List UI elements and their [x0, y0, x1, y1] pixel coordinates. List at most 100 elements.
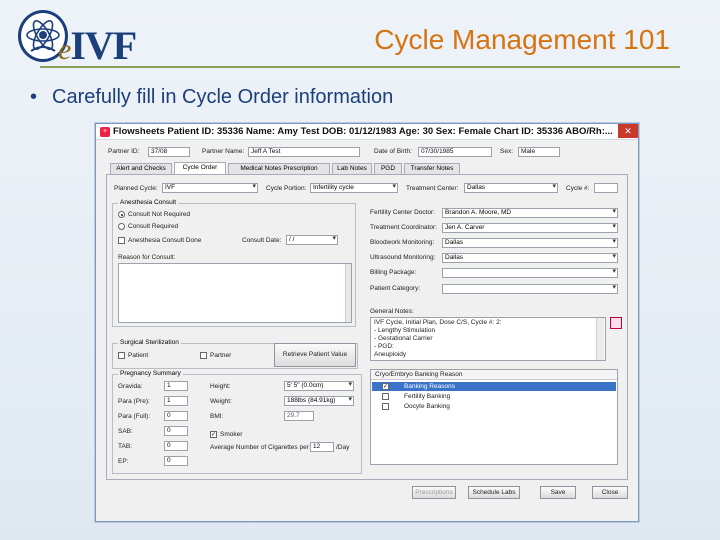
- reason-for-consult-label: Reason for Consult:: [118, 254, 176, 261]
- general-notes-textarea[interactable]: IVF Cycle, Initial Plan, Dose C/S, Cycle…: [370, 317, 606, 361]
- general-notes-line: - PGD:: [374, 343, 394, 350]
- cycle-portion-label: Cycle Portion:: [266, 185, 307, 192]
- bmi-label: BMI:: [210, 413, 224, 420]
- bmi-field: 29.7: [284, 411, 314, 421]
- cryo-banking-item[interactable]: ✓ Banking Reasons: [372, 382, 616, 391]
- anesthesia-consult-title: Anesthesia Consult: [118, 199, 179, 206]
- anesthesia-done-label: Anesthesia Consult Done: [128, 237, 202, 244]
- pregnancy-summary-title: Pregnancy Summary: [118, 370, 183, 377]
- consult-not-required-radio[interactable]: [118, 211, 125, 218]
- right-field-select[interactable]: Jen A. Carver: [442, 223, 618, 233]
- right-field-select[interactable]: Brandon A. Moore, MD: [442, 208, 618, 218]
- treatment-center-select[interactable]: Dallas: [464, 183, 558, 193]
- planned-cycle-label: Planned Cycle:: [114, 185, 158, 192]
- tab-transfer-notes[interactable]: Transfer Notes: [404, 163, 460, 174]
- right-field-label: Billing Package:: [370, 269, 417, 276]
- consult-not-required-label: Consult Not Required: [128, 211, 191, 218]
- height-select[interactable]: 5' 5" (0.0cm): [284, 381, 354, 391]
- sterilization-partner-label: Partner: [210, 352, 232, 359]
- dob-field[interactable]: 07/30/1985: [418, 147, 492, 157]
- general-notes-line: IVF Cycle, Initial Plan, Dose C/S, Cycle…: [374, 319, 502, 326]
- consult-date-label: Consult Date:: [242, 237, 282, 244]
- partner-name-label: Partner Name:: [202, 148, 245, 155]
- cryo-banking-checkbox[interactable]: [382, 403, 389, 410]
- cryo-banking-checkbox[interactable]: [382, 393, 389, 400]
- cigarettes-unit: /Day: [336, 444, 350, 451]
- cryo-banking-item[interactable]: Oocyte Banking: [372, 402, 616, 411]
- tab-cycle-order[interactable]: Cycle Order: [174, 162, 226, 174]
- app-icon: +: [100, 127, 110, 137]
- partner-name-field[interactable]: Jeff A Test: [248, 147, 360, 157]
- partner-id-field[interactable]: 37/08: [148, 147, 190, 157]
- right-field-select[interactable]: Dallas: [442, 253, 618, 263]
- tab-medical-notes[interactable]: Medical Notes Prescription: [228, 163, 330, 174]
- dob-label: Date of Birth:: [374, 148, 412, 155]
- cryo-banking-checkbox[interactable]: ✓: [382, 383, 389, 390]
- pregnancy-row-field[interactable]: 0: [164, 411, 188, 421]
- right-field-select[interactable]: [442, 268, 618, 278]
- sterilization-patient-checkbox[interactable]: [118, 352, 125, 359]
- cryo-banking-title: Cryo/Embryo Banking Reason: [375, 371, 463, 378]
- logo-wordmark: eIVF: [58, 23, 137, 68]
- cigarettes-field[interactable]: 12: [310, 442, 334, 452]
- tab-alert-and-checks[interactable]: Alert and Checks: [110, 163, 172, 174]
- bullet-text: Carefully fill in Cycle Order informatio…: [52, 86, 394, 108]
- weight-label: Weight:: [210, 398, 232, 405]
- anesthesia-done-checkbox[interactable]: [118, 237, 125, 244]
- sterilization-patient-label: Patient: [128, 352, 149, 359]
- header-divider: [40, 66, 680, 68]
- right-field-label: Ultrasound Monitoring:: [370, 254, 436, 261]
- slide-title: Cycle Management 101: [374, 24, 670, 55]
- reason-for-consult-textarea[interactable]: [118, 263, 352, 323]
- tab-pgd[interactable]: PGD: [374, 163, 402, 174]
- general-notes-line: - Lengthy Stimulation: [374, 327, 436, 334]
- smoker-checkbox[interactable]: ✓: [210, 431, 217, 438]
- pregnancy-row-field[interactable]: 0: [164, 426, 188, 436]
- pregnancy-row-field[interactable]: 1: [164, 396, 188, 406]
- pregnancy-row-field[interactable]: 1: [164, 381, 188, 391]
- pregnancy-row-label: Para (Pre):: [118, 398, 150, 405]
- cryo-banking-list: Cryo/Embryo Banking Reason ✓ Banking Reas…: [370, 369, 618, 465]
- retrieve-patient-value-button[interactable]: Retrieve Patient Value: [274, 343, 356, 367]
- partner-id-label: Partner ID:: [108, 148, 140, 155]
- consult-date-picker[interactable]: / /: [286, 235, 338, 245]
- general-notes-line: Aneuploidy: [374, 351, 407, 358]
- cryo-banking-item-label: Fertility Banking: [404, 393, 451, 400]
- window-titlebar: + Flowsheets Patient ID: 35336 Name: Amy…: [96, 124, 638, 140]
- pregnancy-row-field[interactable]: 0: [164, 441, 188, 451]
- right-field-label: Bloodwork Monitoring:: [370, 239, 435, 246]
- tab-lab-notes[interactable]: Lab Notes: [332, 163, 372, 174]
- planned-cycle-select[interactable]: IVF: [162, 183, 258, 193]
- right-field-select[interactable]: Dallas: [442, 238, 618, 248]
- flowsheets-window: + Flowsheets Patient ID: 35336 Name: Amy…: [95, 123, 639, 522]
- cycle-number-field[interactable]: [594, 183, 618, 193]
- cryo-banking-item[interactable]: Fertility Banking: [372, 392, 616, 401]
- close-button[interactable]: Close: [592, 486, 628, 499]
- save-button[interactable]: Save: [540, 486, 576, 499]
- cryo-banking-item-label: Oocyte Banking: [404, 403, 450, 410]
- consult-required-radio[interactable]: [118, 223, 125, 230]
- height-label: Height:: [210, 383, 231, 390]
- close-icon[interactable]: ✕: [618, 124, 638, 138]
- cigarettes-label: Average Number of Cigarettes per: [210, 444, 309, 451]
- edit-notes-icon[interactable]: [610, 317, 622, 329]
- reason-scrollbar[interactable]: [345, 264, 351, 322]
- schedule-labs-button[interactable]: Schedule Labs: [468, 486, 520, 499]
- pregnancy-row-label: SAB:: [118, 428, 133, 435]
- cryo-banking-item-label: Banking Reasons: [404, 383, 455, 390]
- cycle-number-label: Cycle #:: [566, 185, 590, 192]
- pregnancy-row-label: EP:: [118, 458, 129, 465]
- general-notes-scrollbar[interactable]: [596, 318, 604, 360]
- sex-field[interactable]: Male: [518, 147, 560, 157]
- right-field-label: Fertility Center Doctor:: [370, 209, 436, 216]
- treatment-center-label: Treatment Center:: [406, 185, 459, 192]
- general-notes-line: - Gestational Carrier: [374, 335, 433, 342]
- prescriptions-button[interactable]: Prescriptions: [412, 486, 456, 499]
- pregnancy-row-field[interactable]: 0: [164, 456, 188, 466]
- right-field-select[interactable]: [442, 284, 618, 294]
- cycle-portion-select[interactable]: Infertility cycle: [310, 183, 398, 193]
- sex-label: Sex:: [500, 148, 514, 155]
- weight-select[interactable]: 188lbs (84.91kg): [284, 396, 354, 406]
- sterilization-partner-checkbox[interactable]: [200, 352, 207, 359]
- surgical-sterilization-title: Surgical Sterilization: [118, 339, 181, 346]
